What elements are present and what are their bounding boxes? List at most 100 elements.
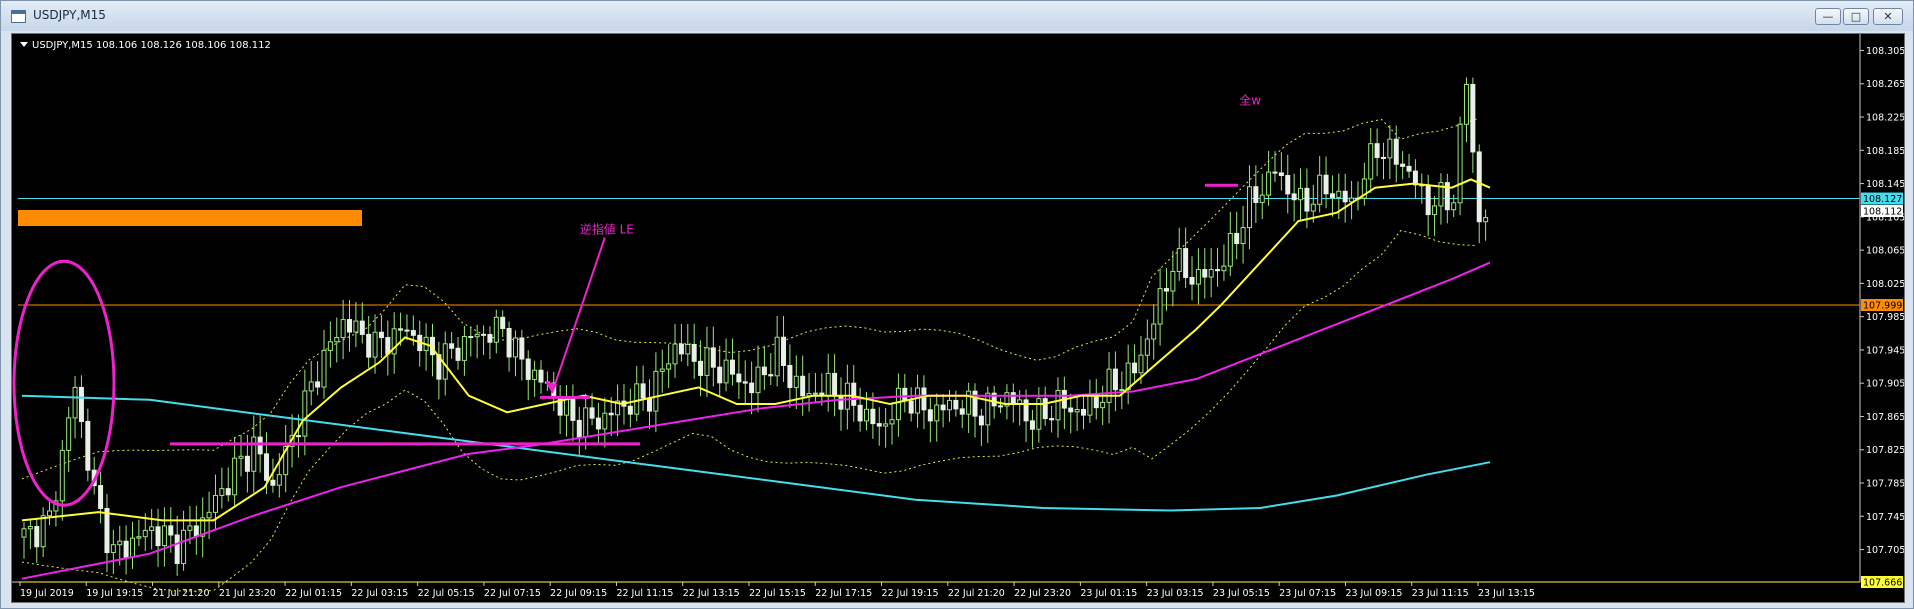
candle-body (1380, 156, 1386, 159)
candle-body (1068, 407, 1074, 413)
candle-body (666, 363, 672, 370)
candle-body (340, 319, 346, 339)
candle-body (1227, 232, 1233, 267)
candle-body (353, 320, 359, 333)
candle-body (1272, 171, 1278, 174)
candle-body (327, 341, 333, 351)
candle-body (519, 337, 525, 360)
candle-body (915, 387, 921, 414)
candle-body (768, 374, 774, 377)
candle-body (902, 387, 908, 402)
candle-body (653, 370, 659, 412)
title-bar[interactable]: USDJPY,M15 — □ ✕ (1, 1, 1913, 31)
candle-body (455, 347, 461, 361)
candle-body (149, 526, 155, 531)
candle-body (59, 449, 65, 502)
candle-body (1317, 174, 1323, 205)
candle-body (206, 511, 212, 519)
minimize-button[interactable]: — (1815, 8, 1841, 25)
candle-body (742, 381, 748, 384)
candle-body (678, 343, 684, 355)
candle-body (1406, 165, 1412, 172)
candle-body (1087, 394, 1093, 416)
candle-body (946, 399, 952, 411)
x-tick-label: 22 Jul 03:15 (351, 588, 408, 599)
candle-body (72, 386, 78, 419)
candle-body (1291, 193, 1297, 201)
x-tick-label: 22 Jul 09:15 (550, 588, 607, 599)
chart-canvas[interactable]: 108.305 108.265 108.225 108.185 108.145 108.1… (12, 34, 1904, 602)
close-button[interactable]: ✕ (1873, 8, 1903, 25)
candle-body (155, 526, 161, 547)
candle-body (225, 488, 231, 496)
candle-body (442, 343, 448, 380)
candle-body (1451, 202, 1457, 211)
price-chart[interactable]: 108.305 108.265 108.225 108.185 108.145 108.1… (11, 33, 1905, 603)
y-tick-label: 107.865 (1866, 412, 1904, 423)
annotation-text: 全w (1239, 93, 1261, 108)
maximize-button[interactable]: □ (1843, 8, 1869, 25)
candle-body (1336, 190, 1342, 198)
candle-body (1483, 217, 1489, 223)
candle-body (1278, 172, 1284, 177)
candle-body (927, 409, 933, 422)
candle-body (532, 369, 538, 380)
candle-body (1342, 190, 1348, 203)
x-tick-label: 22 Jul 13:15 (683, 588, 740, 599)
candle-body (876, 423, 882, 427)
candle-body (1081, 409, 1087, 416)
y-tick-label: 108.225 (1866, 113, 1904, 124)
candle-body (168, 525, 174, 536)
candle-body (142, 529, 148, 538)
chart-window: USDJPY,M15 — □ ✕ 108.305 108.265 108.225 10… (0, 0, 1914, 609)
candle-body (359, 320, 365, 335)
candle-body (334, 337, 340, 343)
y-tick-label: 107.705 (1866, 545, 1904, 556)
candle-body (270, 479, 276, 486)
annotation-text: 逆指値 LE (580, 221, 634, 236)
candle-body (1215, 269, 1221, 272)
candle-body (1132, 362, 1138, 374)
candle-body (219, 488, 225, 496)
candle-body (800, 375, 806, 397)
candle-body (1106, 368, 1112, 403)
candle-body (787, 364, 793, 388)
candle-body (1074, 409, 1080, 413)
y-tick-label: 107.745 (1866, 512, 1904, 523)
candle-body (761, 366, 767, 376)
orange-rectangle (18, 210, 362, 227)
candle-body (736, 373, 742, 383)
y-tick-label: 108.185 (1866, 146, 1904, 157)
candle-body (1183, 248, 1189, 278)
candle-body (1259, 194, 1265, 203)
candle-body (174, 534, 180, 564)
upper-band-line (21, 118, 1478, 480)
candle-body (1432, 205, 1438, 216)
x-tick-label: 22 Jul 23:20 (1014, 588, 1071, 599)
candle-body (576, 419, 582, 438)
candle-body (1138, 354, 1144, 374)
y-tick-label: 108.145 (1866, 179, 1904, 190)
candle-body (1470, 83, 1476, 153)
candle-body (851, 382, 857, 406)
y-tick-label: 108.305 (1866, 46, 1904, 57)
candle-body (493, 316, 499, 343)
mid-ma-line (21, 261, 1491, 580)
y-tick-label: 108.025 (1866, 279, 1904, 290)
candle-body (985, 392, 991, 426)
candle-body (47, 510, 53, 517)
candle-body (1157, 288, 1163, 325)
candle-body (264, 453, 270, 481)
x-tick-label: 19 Jul 2019 (20, 588, 74, 599)
candle-body (512, 337, 518, 358)
candle-body (187, 525, 193, 531)
candle-body (1368, 143, 1374, 180)
candle-body (1029, 420, 1035, 430)
candle-body (1393, 138, 1399, 165)
candle-body (710, 347, 716, 368)
candle-body (1170, 270, 1176, 292)
candle-body (940, 404, 946, 411)
candle-body (781, 336, 787, 366)
candle-body (1310, 203, 1316, 212)
candle-body (1119, 389, 1125, 392)
